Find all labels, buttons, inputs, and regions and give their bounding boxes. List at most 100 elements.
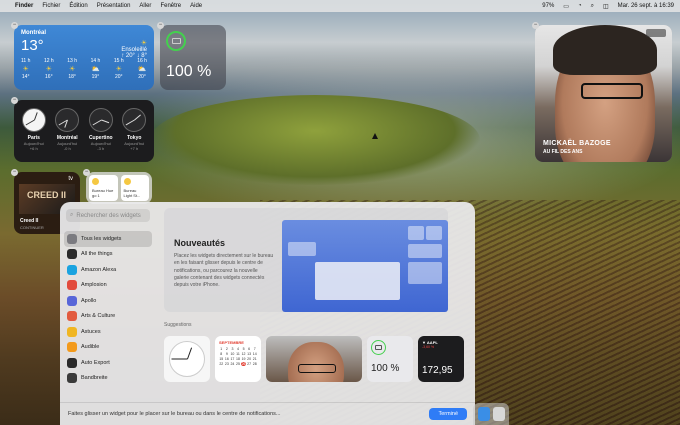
remove-widget-button[interactable]: − bbox=[532, 22, 539, 29]
person-face bbox=[288, 342, 344, 382]
remove-widget-button[interactable]: − bbox=[157, 22, 164, 29]
suggestions-heading: Suggestions bbox=[164, 322, 192, 328]
camera-overlay: MICKAËL BAZOGE AU FIL DES ANS bbox=[535, 25, 672, 162]
calendar-month: SEPTEMBRE bbox=[219, 340, 244, 345]
gallery-content: Nouveautés Placez les widgets directemen… bbox=[164, 208, 470, 402]
suggestion-tiles: SEPTEMBRE 1234567 8 9 10 11 12 13 14 15 16 17 18 1… bbox=[164, 336, 464, 388]
sidebar-item-amazon-alexa[interactable]: Amazon Alexa bbox=[64, 262, 152, 278]
remove-widget-button[interactable]: − bbox=[11, 22, 18, 29]
finder-icon[interactable] bbox=[477, 407, 490, 421]
menu-item-fichier[interactable]: Fichier bbox=[42, 3, 60, 9]
search-placeholder: Rechercher des widgets bbox=[76, 212, 141, 219]
menu-item-aide[interactable]: Aide bbox=[190, 3, 202, 9]
laptop-icon bbox=[171, 38, 181, 44]
home-accessory-2[interactable]: Bureau Light St... bbox=[120, 175, 149, 201]
lightbulb-icon bbox=[92, 178, 99, 185]
menu-app-name[interactable]: Finder bbox=[15, 3, 33, 9]
weather-hour: 15 h ☀ 20° bbox=[113, 58, 124, 80]
app-icon bbox=[67, 311, 77, 322]
search-icon: ⌕ bbox=[70, 212, 74, 218]
menu-item-edition[interactable]: Édition bbox=[69, 3, 87, 9]
trash-icon[interactable] bbox=[492, 407, 505, 421]
widget-search-input[interactable]: ⌕ Rechercher des widgets bbox=[66, 209, 150, 222]
app-icon bbox=[67, 249, 77, 260]
menu-item-aller[interactable]: Aller bbox=[139, 3, 151, 9]
sun-icon: ☀ bbox=[115, 66, 122, 73]
weather-city: Montréal bbox=[21, 30, 47, 36]
gallery-footer: Faites glisser un widget pour le placer … bbox=[60, 402, 475, 425]
clock-cupertino: Cupertino Aujourd'hui -3 h bbox=[85, 108, 117, 154]
calendar-grid: 1234567 8 9 10 11 12 13 14 15 16 17 18 19 20 21 22 23… bbox=[219, 347, 257, 366]
dock bbox=[473, 403, 509, 425]
clock-face bbox=[88, 108, 113, 132]
sun-icon: ☀ bbox=[45, 66, 52, 73]
lightbulb-icon bbox=[123, 178, 131, 185]
home-widget[interactable]: Bureau Hue go 1 Bureau Light St... bbox=[86, 172, 152, 204]
wifi-icon[interactable]: ◔ bbox=[578, 3, 582, 9]
photos-widget-tile[interactable] bbox=[266, 336, 362, 382]
sidebar-item-audible[interactable]: Audible bbox=[64, 340, 152, 356]
app-icon bbox=[67, 326, 77, 337]
sidebar-item-all[interactable]: Tous les widgets bbox=[64, 231, 152, 247]
stock-price: 172,95 bbox=[422, 365, 453, 376]
tv-logo: tv bbox=[68, 176, 73, 182]
clock-paris: Paris Aujourd'hui +6 h bbox=[18, 108, 50, 154]
control-center-icon[interactable]: ◫ bbox=[603, 3, 609, 10]
clock-face bbox=[122, 108, 147, 132]
weather-hour: 13 h ☀ 18° bbox=[67, 58, 77, 80]
widgets-icon bbox=[67, 233, 77, 244]
battery-icon[interactable]: ▭ bbox=[563, 3, 569, 10]
camera-control-button[interactable] bbox=[646, 29, 666, 37]
weather-range: ↑ 20° ↓ 8° bbox=[121, 53, 147, 59]
battery-ring bbox=[166, 31, 186, 51]
remove-widget-button[interactable]: − bbox=[11, 169, 18, 176]
sidebar-item-astuces[interactable]: Astuces bbox=[64, 324, 152, 340]
whats-new-text: Placez les widgets directement sur le bu… bbox=[174, 253, 274, 288]
clock-face bbox=[55, 108, 80, 132]
person-glasses bbox=[581, 83, 643, 99]
search-icon[interactable]: ⌕ bbox=[591, 3, 594, 10]
menu-item-fenetre[interactable]: Fenêtre bbox=[160, 3, 181, 9]
app-icon bbox=[67, 357, 77, 368]
menu-item-presentation[interactable]: Présentation bbox=[97, 3, 131, 9]
remove-widget-button[interactable]: − bbox=[83, 169, 90, 176]
desktop-preview-image bbox=[282, 220, 448, 312]
app-icon bbox=[67, 264, 77, 275]
presenter-subtitle: AU FIL DES ANS bbox=[543, 149, 583, 155]
clock-face bbox=[21, 108, 46, 132]
clock-widget-tile[interactable] bbox=[164, 336, 210, 382]
home-accessory-1[interactable]: Bureau Hue go 1 bbox=[89, 175, 118, 201]
clock-montreal: Montréal Aujourd'hui -0 h bbox=[51, 108, 83, 154]
widget-gallery: ⌕ Rechercher des widgets Tous les widget… bbox=[60, 202, 475, 425]
battery-widget-tile[interactable]: 100 % bbox=[367, 336, 413, 382]
sidebar-item-all-the-things[interactable]: All the things bbox=[64, 247, 152, 263]
battery-tile-percent: 100 % bbox=[371, 363, 400, 374]
battery-widget[interactable]: 100 % bbox=[160, 25, 226, 90]
weather-hour: 14 h ⛅ 19° bbox=[90, 58, 101, 80]
sidebar-item-amplosion[interactable]: Amplosion bbox=[64, 278, 152, 294]
done-button[interactable]: Terminé bbox=[429, 408, 467, 420]
sidebar-item-apollo[interactable]: Apollo bbox=[64, 293, 152, 309]
weather-widget[interactable]: Montréal 13° ☀ Ensoleillé ↑ 20° ↓ 8° 11 … bbox=[14, 25, 154, 90]
stock-change: -3,60 % bbox=[422, 345, 435, 349]
remove-widget-button[interactable]: − bbox=[11, 97, 18, 104]
sidebar-item-auto-export[interactable]: Auto Export bbox=[64, 355, 152, 371]
app-icon bbox=[67, 280, 77, 291]
person-hair bbox=[553, 25, 657, 75]
app-icon bbox=[67, 373, 77, 384]
sidebar-item-arts-culture[interactable]: Arts & Culture bbox=[64, 309, 152, 325]
calendar-widget-tile[interactable]: SEPTEMBRE 1234567 8 9 10 11 12 13 14 15 16 17 18 1… bbox=[215, 336, 261, 382]
menu-bar: Finder Fichier Édition Présentation Alle… bbox=[0, 0, 680, 12]
world-clock-widget[interactable]: Paris Aujourd'hui +6 h Montréal Aujourd'hui… bbox=[14, 100, 154, 162]
menubar-clock[interactable]: Mar. 26 sept. à 16:39 bbox=[618, 3, 674, 9]
stocks-widget-tile[interactable]: ▼ AAPL -3,60 % 172,95 bbox=[418, 336, 464, 382]
widget-app-list: Tous les widgets All the things Amazon A… bbox=[64, 231, 152, 386]
footer-hint: Faites glisser un widget pour le placer … bbox=[68, 411, 281, 417]
clock-face bbox=[169, 341, 205, 377]
weather-hour: 12 h ☀ 16° bbox=[43, 58, 54, 80]
weather-hour: 11 h ☀ 14° bbox=[21, 58, 31, 80]
partly-cloudy-icon: ⛅ bbox=[137, 66, 147, 73]
sun-icon: ☀ bbox=[22, 66, 29, 73]
wallpaper-hill bbox=[150, 95, 480, 185]
sidebar-item-bandbreite[interactable]: Bandbreite bbox=[64, 371, 152, 387]
